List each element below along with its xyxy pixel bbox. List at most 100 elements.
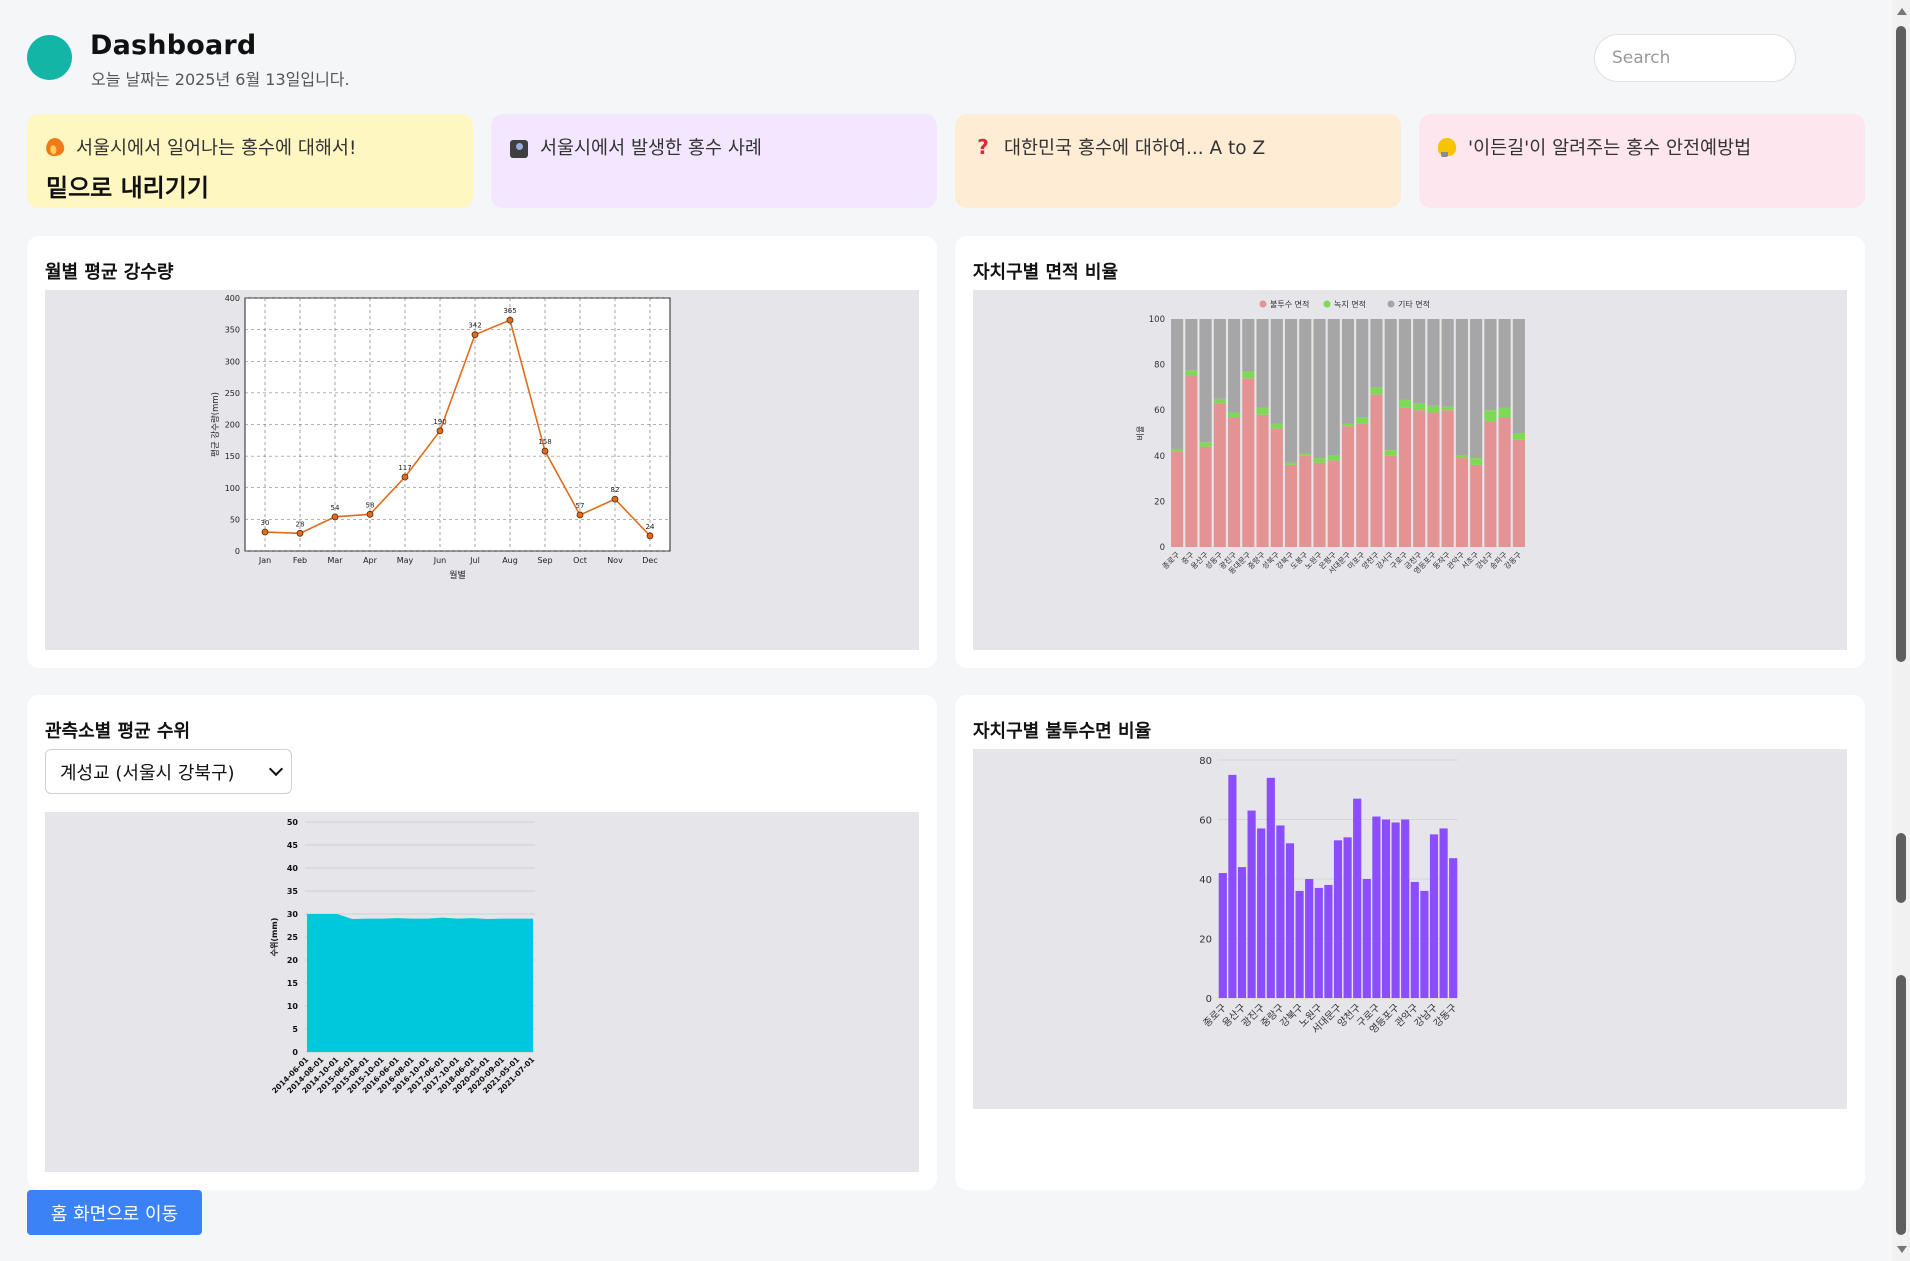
data-label: 54 bbox=[331, 504, 340, 512]
home-button[interactable]: 홈 화면으로 이동 bbox=[27, 1190, 202, 1235]
x-tick-label: Mar bbox=[327, 556, 343, 565]
panel-impervious: 자치구별 불투수면 비율 0 20 40 60 80 종로구 용산구 광진구 중랑구 강북구 노원구… bbox=[955, 695, 1865, 1190]
card-flood-about[interactable]: 서울시에서 일어나는 홍수에 대해서! 밑으로 내리기기 bbox=[27, 114, 473, 208]
y-tick-label: 400 bbox=[225, 294, 240, 303]
panel-title: 월별 평균 강수량 bbox=[45, 262, 174, 283]
rainfall-point bbox=[261, 528, 269, 536]
stacked-bar-segment bbox=[1356, 417, 1369, 424]
x-tick-label: 종로구 bbox=[1161, 550, 1182, 571]
stacked-bar-segment bbox=[1498, 319, 1511, 408]
rainfall-point bbox=[646, 532, 654, 540]
stacked-bar-segment bbox=[1441, 406, 1454, 411]
stacked-bar-segment bbox=[1313, 462, 1326, 547]
impervious-bar bbox=[1429, 834, 1439, 998]
rainfall-point bbox=[436, 427, 444, 435]
y-tick-label: 80 bbox=[1154, 361, 1165, 371]
card-flood-a-to-z[interactable]: ? 대한민국 홍수에 대하여... A to Z bbox=[955, 114, 1401, 208]
data-label: 58 bbox=[366, 501, 375, 509]
y-tick-label: 100 bbox=[225, 484, 240, 493]
impervious-bar bbox=[1285, 843, 1295, 998]
impervious-bar bbox=[1362, 879, 1371, 998]
stacked-bar-segment bbox=[1284, 462, 1298, 465]
data-label: 30 bbox=[261, 519, 270, 527]
water-level-area-chart: 05101520253035404550수위(mm)2014-06-012014… bbox=[269, 818, 536, 1095]
stacked-bar-segment bbox=[1427, 405, 1440, 413]
data-label: 190 bbox=[433, 418, 446, 426]
stacked-bar-segment bbox=[1242, 371, 1255, 379]
rainfall-line-chart: 0 50 100 150 200 250 300 350 400 Jan Feb Mar Apr May J… bbox=[210, 294, 671, 581]
impervious-bar bbox=[1381, 819, 1391, 998]
water-level-plot-area: 0 5 10 15 20 25 30 35 40 45 50 수위(mm) 2014-06-01 2014… bbox=[45, 812, 919, 1172]
y-tick-label: 30 bbox=[287, 910, 299, 919]
stacked-bar-segment bbox=[1512, 319, 1525, 433]
y-tick-label: 20 bbox=[1199, 935, 1212, 946]
stacked-bar-segment bbox=[1470, 458, 1483, 465]
y-tick-label: 5 bbox=[292, 1025, 298, 1034]
impervious-bar bbox=[1276, 825, 1285, 998]
impervious-bar bbox=[1305, 879, 1314, 998]
x-tick-label: Dec bbox=[642, 556, 657, 565]
scroll-down-arrow-icon[interactable] bbox=[1897, 1246, 1907, 1253]
stacked-bar-segment bbox=[1242, 319, 1255, 372]
station-select-value: 계성교 (서울시 강북구) bbox=[60, 762, 235, 784]
search-input[interactable] bbox=[1594, 34, 1796, 82]
y-tick-label: 40 bbox=[287, 864, 299, 873]
legend-label: 녹지 면적 bbox=[1334, 299, 1366, 309]
card-flood-cases[interactable]: 서울시에서 발생한 홍수 사례 bbox=[491, 114, 937, 208]
impervious-bar bbox=[1372, 816, 1381, 998]
stacked-bar-segment bbox=[1284, 464, 1298, 547]
impervious-bar bbox=[1391, 822, 1400, 998]
stacked-bar-segment bbox=[1427, 412, 1440, 547]
impervious-bar bbox=[1228, 774, 1237, 998]
stacked-bar-segment bbox=[1455, 458, 1468, 547]
rainfall-point bbox=[331, 513, 339, 521]
card-text: '이든길'이 알려주는 홍수 안전예방법 bbox=[1468, 138, 1752, 159]
stacked-bar-segment bbox=[1199, 319, 1212, 443]
data-label: 82 bbox=[611, 486, 620, 494]
y-axis-label: 평균 강수량(mm) bbox=[210, 392, 221, 457]
impervious-bar bbox=[1439, 828, 1448, 998]
stacked-bar-segment bbox=[1484, 410, 1497, 422]
y-axis-label: 비율 bbox=[1136, 426, 1145, 441]
panel-title: 자치구별 면적 비율 bbox=[973, 262, 1119, 283]
impervious-bar-chart: 020406080종로구용산구광진구중랑구강북구노원구서대문구양천구구로구영등포… bbox=[1199, 756, 1459, 1036]
rainfall-point bbox=[471, 331, 479, 339]
x-tick-label: May bbox=[397, 556, 414, 565]
scrollbar-thumb-secondary[interactable] bbox=[1896, 833, 1906, 903]
scrollbar-thumb-tertiary[interactable] bbox=[1896, 975, 1906, 1235]
stacked-bar-segment bbox=[1327, 455, 1340, 461]
card-safety-tips[interactable]: '이든길'이 알려주는 홍수 안전예방법 bbox=[1419, 114, 1865, 208]
y-tick-label: 45 bbox=[287, 841, 299, 850]
stacked-bar-segment bbox=[1299, 455, 1312, 547]
legend-label: 불투수 면적 bbox=[1270, 299, 1309, 309]
y-tick-label: 15 bbox=[287, 979, 299, 988]
logo-avatar bbox=[27, 35, 72, 80]
y-tick-label: 40 bbox=[1154, 452, 1165, 462]
stacked-bar-segment bbox=[1370, 387, 1383, 395]
area-ratio-stacked-chart: 불투수 면적 녹지 면적 기타 면적020406080100비율종로구중구용산구성동… bbox=[1136, 299, 1525, 576]
page-scrollbar[interactable] bbox=[1892, 0, 1910, 1261]
x-axis-label: 월별 bbox=[449, 569, 466, 581]
scrollbar-thumb[interactable] bbox=[1896, 26, 1906, 662]
impervious-bar bbox=[1410, 881, 1419, 998]
y-tick-label: 80 bbox=[1199, 756, 1212, 767]
panel-area-ratio: 자치구별 면적 비율 불투수 면적 녹지 면적 기타 면적 0 20 40 60 80 100 비… bbox=[955, 236, 1865, 668]
rainfall-plot-area: 0 50 100 150 200 250 300 350 400 Jan Feb Mar Apr May J… bbox=[45, 290, 919, 650]
stacked-bar-segment bbox=[1213, 398, 1226, 404]
y-tick-label: 350 bbox=[225, 326, 240, 335]
stacked-bar-segment bbox=[1384, 450, 1397, 456]
stacked-bar-segment bbox=[1512, 433, 1525, 440]
rainfall-point bbox=[296, 529, 304, 537]
impervious-bar bbox=[1343, 837, 1352, 998]
stacked-bar-segment bbox=[1484, 319, 1497, 411]
impervious-bar bbox=[1218, 873, 1227, 998]
legend-marker bbox=[1387, 300, 1395, 308]
y-axis-label: 수위(mm) bbox=[269, 918, 279, 957]
scroll-up-arrow-icon[interactable] bbox=[1897, 8, 1907, 15]
legend-label: 기타 면적 bbox=[1398, 299, 1430, 309]
station-select[interactable]: 계성교 (서울시 강북구) bbox=[45, 749, 292, 794]
stacked-bar-segment bbox=[1299, 453, 1312, 456]
stacked-bar-segment bbox=[1185, 319, 1198, 371]
stacked-bar-segment bbox=[1327, 460, 1340, 547]
stacked-bar-segment bbox=[1185, 370, 1198, 376]
